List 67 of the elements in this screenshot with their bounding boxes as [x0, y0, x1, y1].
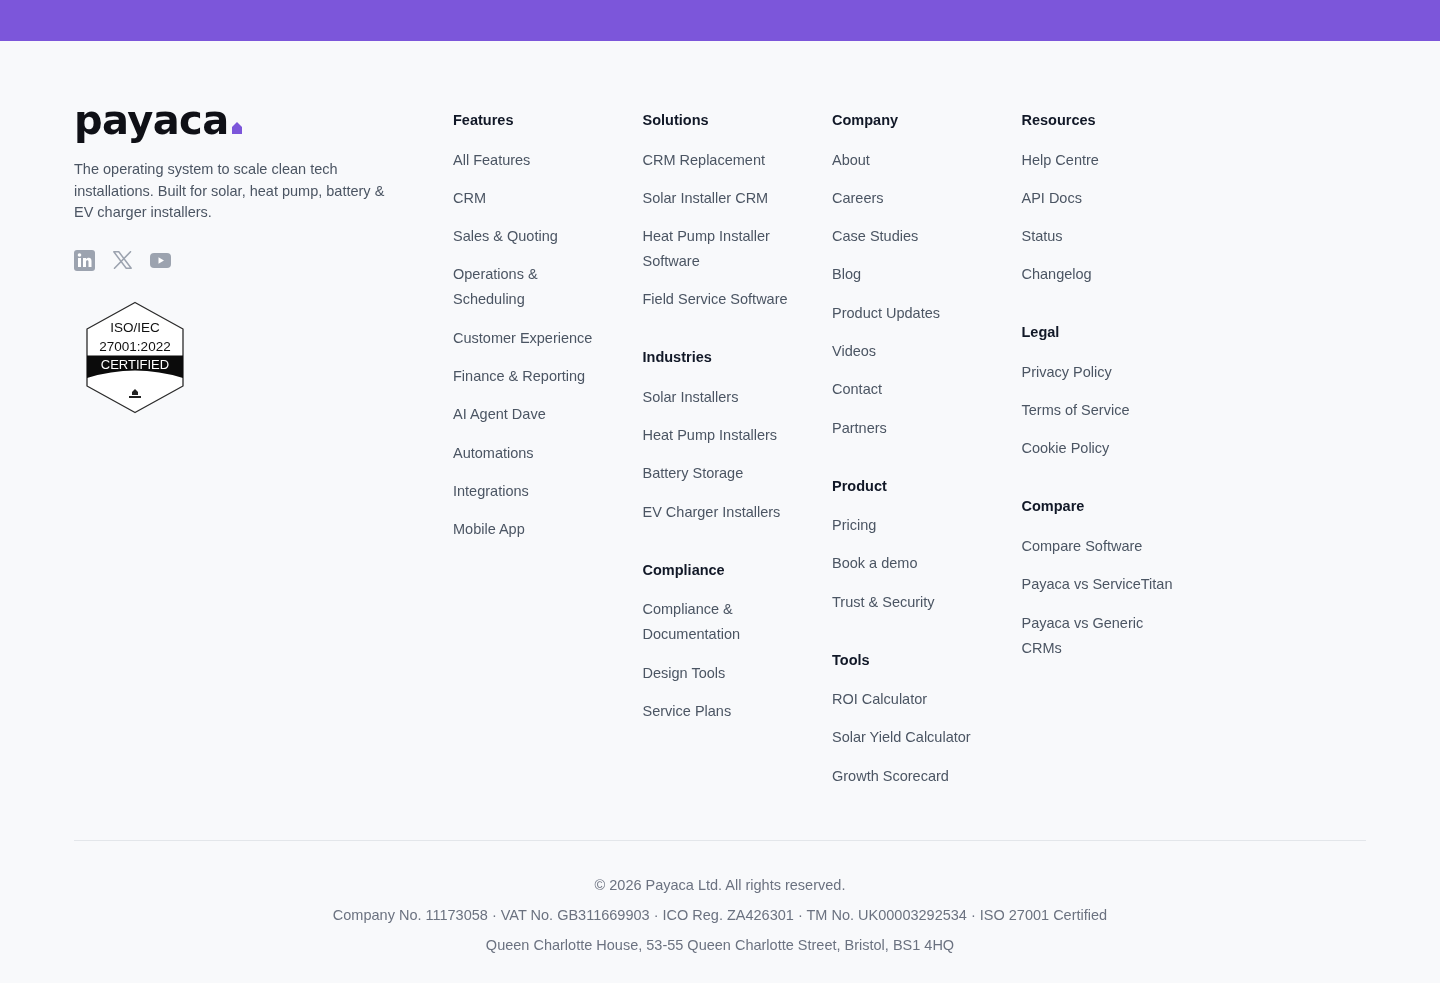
footer-link[interactable]: Field Service Software: [642, 287, 788, 313]
footer-link[interactable]: Payaca vs Generic CRMs: [1021, 610, 1178, 661]
footer-link[interactable]: Mobile App: [453, 517, 525, 543]
footer-link[interactable]: Automations: [453, 440, 534, 466]
footer-link[interactable]: Blog: [832, 262, 862, 288]
footer-link[interactable]: EV Charger Installers: [642, 499, 781, 525]
certifier-logo-icon: [129, 388, 141, 398]
footer-link[interactable]: Trust & Security: [832, 589, 935, 615]
footer-link[interactable]: Service Plans: [642, 698, 732, 724]
footer-link[interactable]: Payaca vs ServiceTitan: [1021, 572, 1173, 598]
footer-link[interactable]: API Docs: [1021, 185, 1082, 211]
footer-link[interactable]: Pricing: [832, 513, 877, 539]
footer-link[interactable]: Heat Pump Installers: [642, 423, 778, 449]
footer-link[interactable]: Integrations: [453, 478, 529, 504]
footer-link[interactable]: Videos: [832, 339, 877, 364]
footer-link[interactable]: Privacy Policy: [1021, 359, 1112, 385]
footer-link[interactable]: Design Tools: [642, 660, 726, 686]
footer-link[interactable]: Contact: [832, 377, 882, 403]
x-logo-icon[interactable]: [113, 251, 132, 269]
footer-link[interactable]: AI Agent Dave: [453, 402, 546, 428]
footer-link[interactable]: Case Studies: [832, 224, 919, 250]
footer-link[interactable]: Status: [1021, 224, 1063, 250]
footer-link[interactable]: Partners: [832, 415, 887, 441]
footer-link[interactable]: Solar Yield Calculator: [832, 725, 971, 751]
column-heading: Legal: [1021, 323, 1061, 343]
badge-banner-text: CERTIFIED: [100, 356, 170, 372]
footer-link[interactable]: ROI Calculator: [832, 687, 928, 713]
company-registration-text: Company No. 11173058 · VAT No. GB311669903 · ICO Reg. ZA426301 · TM No. UK00003292534 · ISO 27001 Certified: [332, 906, 1108, 926]
footer-link[interactable]: CRM: [453, 185, 487, 211]
column-heading: Company: [832, 111, 900, 130]
badge-text: 27001:2022: [99, 338, 171, 353]
footer-link[interactable]: Compare Software: [1021, 534, 1143, 559]
footer-link[interactable]: Solar Installers: [642, 384, 739, 410]
column-heading: Tools: [832, 650, 871, 670]
copyright-text: © 2026 Payaca Ltd. All rights reserved.: [594, 876, 846, 896]
footer-link[interactable]: Careers: [832, 185, 884, 211]
column-heading: Features: [453, 111, 515, 130]
footer-link[interactable]: Compliance & Documentation: [642, 597, 799, 648]
footer-link[interactable]: Product Updates: [832, 300, 940, 326]
badge-text: ISO/IEC: [110, 319, 160, 335]
footer-link[interactable]: Finance & Reporting: [453, 364, 586, 389]
footer-link[interactable]: About: [832, 147, 870, 173]
footer-link[interactable]: All Features: [453, 147, 531, 173]
footer-link[interactable]: Terms of Service: [1021, 398, 1130, 424]
column-heading: Compare: [1021, 497, 1086, 517]
footer-link[interactable]: Solar Installer CRM: [642, 185, 769, 211]
tagline: The operating system to scale clean tech installations. Built for solar, heat pump, battery & EV charger installers.: [74, 160, 386, 222]
column-heading: Resources: [1021, 111, 1097, 130]
footer-link[interactable]: Sales & Quoting: [453, 224, 558, 250]
footer-link[interactable]: Growth Scorecard: [832, 763, 949, 789]
footer-link[interactable]: Customer Experience: [453, 325, 593, 351]
youtube-icon[interactable]: [150, 252, 171, 268]
linkedin-icon[interactable]: [74, 249, 95, 271]
footer-link[interactable]: Cookie Policy: [1021, 436, 1110, 462]
footer-link[interactable]: Battery Storage: [642, 461, 744, 487]
footer-link[interactable]: Help Centre: [1021, 147, 1099, 173]
column-heading: Product: [832, 476, 888, 496]
address-text: Queen Charlotte House, 53-55 Queen Charlotte Street, Bristol, BS1 4HQ: [485, 936, 955, 956]
footer-link[interactable]: CRM Replacement: [642, 147, 765, 173]
footer-link[interactable]: Heat Pump Installer Software: [642, 224, 799, 275]
house-icon: [231, 122, 242, 134]
footer-link[interactable]: Operations & Scheduling: [453, 262, 609, 313]
column-heading: Solutions: [642, 111, 710, 130]
footer-link[interactable]: Book a demo: [832, 551, 918, 577]
column-heading: Industries: [642, 348, 713, 368]
footer-link[interactable]: Changelog: [1021, 262, 1092, 288]
column-heading: Compliance: [642, 560, 726, 580]
